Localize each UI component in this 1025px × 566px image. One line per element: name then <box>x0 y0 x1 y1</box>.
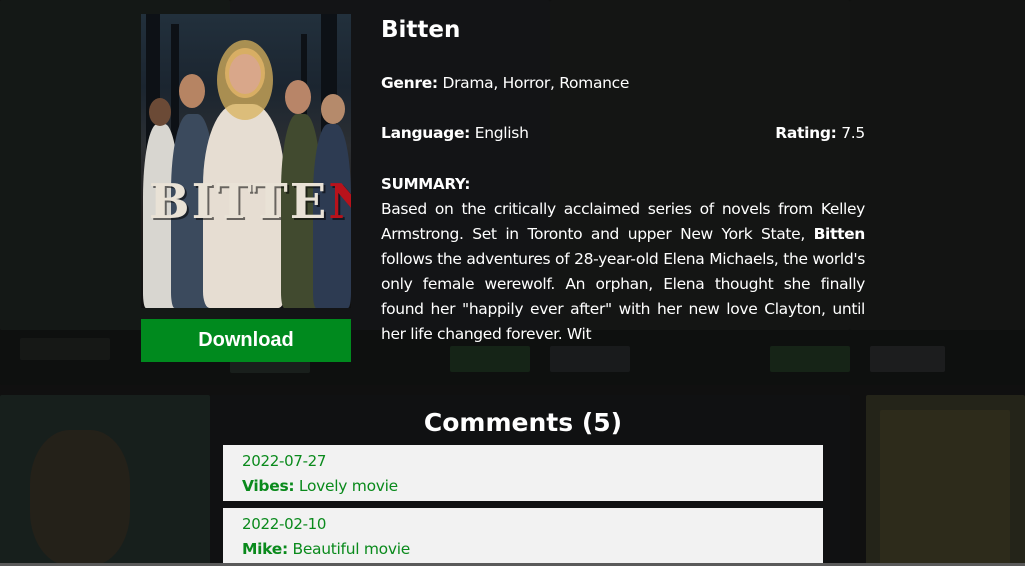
comment-author: Vibes: <box>242 477 295 495</box>
rating-row: Rating: 7.5 <box>775 124 865 142</box>
poster-title-text: BITTEN <box>149 174 351 230</box>
comment-body: Vibes: Lovely movie <box>242 473 804 499</box>
summary-title-bold: Bitten <box>813 225 866 243</box>
comment-item: 2022-07-27 Vibes: Lovely movie <box>223 445 823 501</box>
comment-item: 2022-02-10 Mike: Beautiful movie <box>223 508 823 564</box>
movie-title: Bitten <box>381 17 461 43</box>
download-button[interactable]: Download <box>141 319 351 362</box>
genre-label: Genre: <box>381 74 438 92</box>
comment-body: Mike: Beautiful movie <box>242 536 804 562</box>
comment-text: Beautiful movie <box>292 540 410 558</box>
summary-text: Based on the critically acclaimed series… <box>381 200 866 343</box>
comment-author: Mike: <box>242 540 288 558</box>
rating-label: Rating: <box>775 124 837 142</box>
genre-row: Genre: Drama, Horror, Romance <box>381 74 629 92</box>
language-value: English <box>474 124 529 142</box>
comment-text: Lovely movie <box>298 477 398 495</box>
summary-label: SUMMARY: <box>381 175 471 193</box>
movie-poster: BITTEN <box>141 14 351 308</box>
comments-heading: Comments (5) <box>423 408 623 437</box>
comment-date: 2022-02-10 <box>242 515 327 533</box>
rating-value: 7.5 <box>841 124 865 142</box>
language-label: Language: <box>381 124 471 142</box>
language-row: Language: English <box>381 124 529 142</box>
movie-detail-page: BITTEN Download Bitten Genre: Drama, Hor… <box>0 0 1025 566</box>
genre-value: Drama, Horror, Romance <box>442 74 630 92</box>
comment-date: 2022-07-27 <box>242 452 327 470</box>
